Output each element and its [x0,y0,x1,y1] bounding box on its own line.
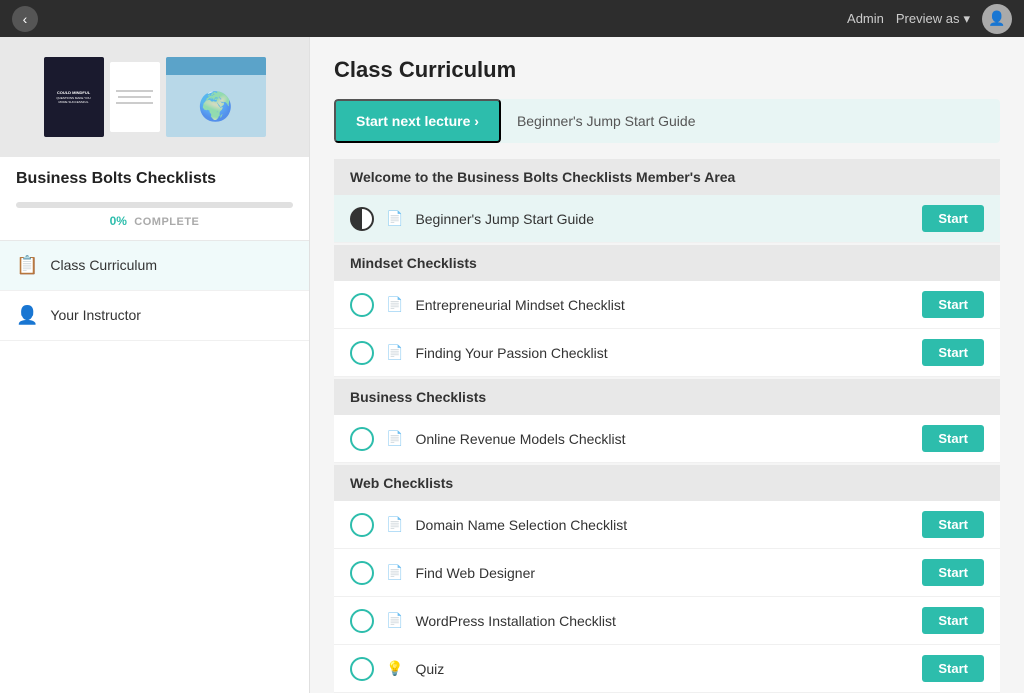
lecture-row: 📄 WordPress Installation Checklist Start [334,597,1000,645]
doc-icon: 📄 [386,210,403,227]
world-map-icon: 🌍 [198,90,233,123]
lecture-title: Beginner's Jump Start Guide [415,211,910,227]
course-thumbnail: COULD MINDFUL QUESTIONS MAKE YOU MORE SU… [0,37,309,157]
start-button[interactable]: Start [922,511,984,538]
chevron-down-icon: ▾ [963,11,970,27]
start-button[interactable]: Start [922,425,984,452]
next-lecture-title: Beginner's Jump Start Guide [501,101,712,141]
course-title-section: Business Bolts Checklists [0,157,309,198]
lecture-title: Find Web Designer [415,565,910,581]
section-header-business: Business Checklists [334,379,1000,415]
circle-icon [350,427,374,451]
nav-left: ‹ [12,6,38,32]
lecture-title: WordPress Installation Checklist [415,613,910,629]
doc-icon: 📄 [386,564,403,581]
doc-icon: 📄 [386,430,403,447]
thumb-doc-body: 🌍 [166,75,266,137]
preview-as-label: Preview as [896,11,960,26]
lecture-row: 📄 Entrepreneurial Mindset Checklist Star… [334,281,1000,329]
thumb-doc-header [166,57,266,75]
thumbnail-inner: COULD MINDFUL QUESTIONS MAKE YOU MORE SU… [36,49,274,145]
start-lecture-bar: Start next lecture › Beginner's Jump Sta… [334,99,1000,143]
lecture-row: 💡 Quiz Start [334,645,1000,693]
section-welcome: Welcome to the Business Bolts Checklists… [334,159,1000,243]
circle-icon [350,513,374,537]
user-avatar[interactable]: 👤 [982,4,1012,34]
sidebar: COULD MINDFUL QUESTIONS MAKE YOU MORE SU… [0,37,310,693]
doc-icon: 📄 [386,344,403,361]
lecture-row: 📄 Beginner's Jump Start Guide Start [334,195,1000,243]
instructor-icon: 👤 [16,305,38,326]
lecture-title: Finding Your Passion Checklist [415,345,910,361]
circle-icon [350,657,374,681]
curriculum-icon: 📋 [16,255,38,276]
start-button[interactable]: Start [922,291,984,318]
section-business: Business Checklists 📄 Online Revenue Mod… [334,379,1000,463]
thumb-doc: 🌍 [166,57,266,137]
progress-percent: 0% [110,214,127,228]
section-header-welcome: Welcome to the Business Bolts Checklists… [334,159,1000,195]
sidebar-item-class-curriculum[interactable]: 📋 Class Curriculum [0,241,309,291]
lecture-row: 📄 Domain Name Selection Checklist Start [334,501,1000,549]
start-button[interactable]: Start [922,607,984,634]
circle-icon [350,561,374,585]
thumb-book-white [110,62,160,132]
lecture-row: 📄 Find Web Designer Start [334,549,1000,597]
circle-icon [350,293,374,317]
quiz-icon: 💡 [386,660,403,677]
lecture-row: 📄 Online Revenue Models Checklist Start [334,415,1000,463]
circle-icon [350,341,374,365]
start-next-lecture-button[interactable]: Start next lecture › [334,99,501,143]
admin-label: Admin [847,11,884,26]
progress-label: 0% COMPLETE [16,214,293,228]
progress-section: 0% COMPLETE [0,198,309,240]
doc-icon: 📄 [386,296,403,313]
nav-right: Admin Preview as ▾ 👤 [847,4,1012,34]
main-content: Class Curriculum Start next lecture › Be… [310,37,1024,693]
sidebar-label-instructor: Your Instructor [50,307,141,323]
half-circle-icon [350,207,374,231]
start-button[interactable]: Start [922,205,984,232]
sidebar-label-curriculum: Class Curriculum [50,257,157,273]
circle-icon [350,609,374,633]
start-button[interactable]: Start [922,339,984,366]
doc-icon: 📄 [386,612,403,629]
sidebar-item-your-instructor[interactable]: 👤 Your Instructor [0,291,309,341]
lecture-title: Quiz [415,661,910,677]
start-button[interactable]: Start [922,559,984,586]
progress-track [16,202,293,208]
thumb-book-dark: COULD MINDFUL QUESTIONS MAKE YOU MORE SU… [44,57,104,137]
back-button[interactable]: ‹ [12,6,38,32]
page-title: Class Curriculum [334,57,1000,83]
lecture-row: 📄 Finding Your Passion Checklist Start [334,329,1000,377]
lecture-title: Domain Name Selection Checklist [415,517,910,533]
doc-icon: 📄 [386,516,403,533]
section-web: Web Checklists 📄 Domain Name Selection C… [334,465,1000,693]
progress-complete-label: COMPLETE [134,216,199,228]
section-mindset: Mindset Checklists 📄 Entrepreneurial Min… [334,245,1000,377]
preview-as-dropdown[interactable]: Preview as ▾ [896,11,970,27]
section-header-mindset: Mindset Checklists [334,245,1000,281]
top-navigation: ‹ Admin Preview as ▾ 👤 [0,0,1024,37]
section-header-web: Web Checklists [334,465,1000,501]
avatar-icon: 👤 [988,10,1005,27]
start-button[interactable]: Start [922,655,984,682]
course-title: Business Bolts Checklists [16,169,293,190]
lecture-title: Entrepreneurial Mindset Checklist [415,297,910,313]
lecture-title: Online Revenue Models Checklist [415,431,910,447]
main-layout: COULD MINDFUL QUESTIONS MAKE YOU MORE SU… [0,37,1024,693]
back-icon: ‹ [23,11,28,27]
